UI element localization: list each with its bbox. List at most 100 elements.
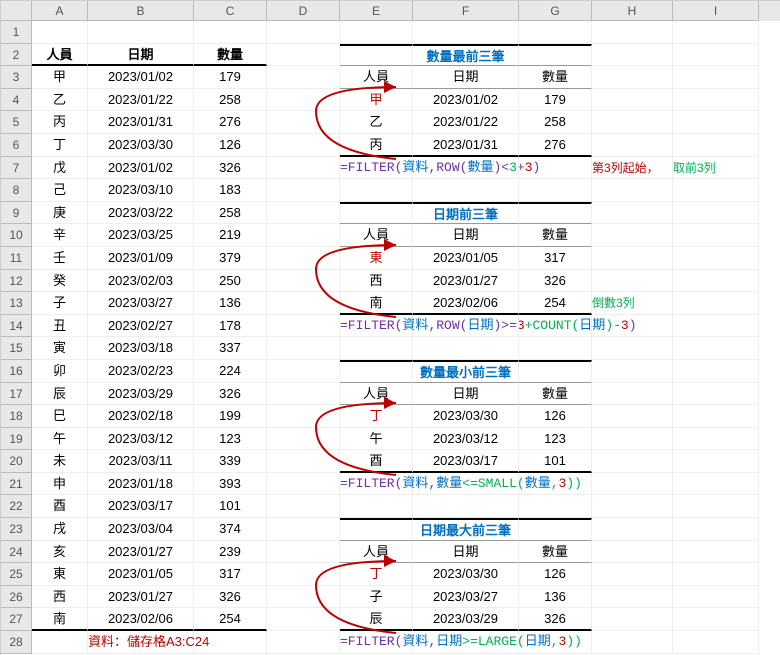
cell[interactable]: 101 xyxy=(194,495,267,518)
cell[interactable] xyxy=(519,631,592,654)
cell[interactable]: 374 xyxy=(194,518,267,541)
cell[interactable] xyxy=(673,450,759,473)
cell[interactable]: 2023/01/02 xyxy=(88,157,194,180)
cell[interactable]: 人員 xyxy=(340,224,413,247)
row-header[interactable]: 27 xyxy=(1,608,32,631)
cell[interactable] xyxy=(267,631,340,654)
row-header[interactable]: 23 xyxy=(1,518,32,541)
cell[interactable]: 126 xyxy=(519,405,592,428)
col-header[interactable]: B xyxy=(88,1,194,21)
cell[interactable]: 2023/03/17 xyxy=(88,495,194,518)
cell[interactable] xyxy=(267,337,340,360)
cell[interactable] xyxy=(673,608,759,631)
cell[interactable] xyxy=(592,473,673,496)
cell[interactable] xyxy=(519,157,592,180)
cell[interactable]: 日期 xyxy=(413,383,519,406)
row-header[interactable]: 13 xyxy=(1,292,32,315)
cell[interactable]: 337 xyxy=(194,337,267,360)
cell[interactable] xyxy=(267,518,340,541)
cell[interactable]: 丙 xyxy=(340,134,413,157)
cell[interactable] xyxy=(267,89,340,112)
cell[interactable]: 辛 xyxy=(32,224,88,247)
cell[interactable] xyxy=(267,44,340,67)
row-header[interactable]: 20 xyxy=(1,450,32,473)
cell[interactable]: 南 xyxy=(340,292,413,315)
col-header[interactable]: E xyxy=(340,1,413,21)
cell[interactable] xyxy=(592,247,673,270)
cell[interactable] xyxy=(592,179,673,202)
cell[interactable] xyxy=(340,179,413,202)
cell[interactable] xyxy=(413,157,519,180)
cell[interactable] xyxy=(592,134,673,157)
cell[interactable]: 123 xyxy=(194,428,267,451)
cell[interactable]: 丑 xyxy=(32,315,88,338)
cell[interactable] xyxy=(267,111,340,134)
cell[interactable]: 326 xyxy=(194,157,267,180)
cell[interactable]: 倒數3列 xyxy=(592,292,673,315)
cell[interactable]: 巳 xyxy=(32,405,88,428)
cell[interactable]: 壬 xyxy=(32,247,88,270)
cell[interactable]: 丁 xyxy=(32,134,88,157)
cell[interactable] xyxy=(592,360,673,383)
cell[interactable] xyxy=(413,21,519,44)
cell[interactable]: 西 xyxy=(32,586,88,609)
row-header[interactable]: 25 xyxy=(1,563,32,586)
cell[interactable] xyxy=(267,66,340,89)
cell[interactable] xyxy=(267,541,340,564)
cell[interactable] xyxy=(194,631,267,654)
cell[interactable]: 239 xyxy=(194,541,267,564)
cell[interactable]: 辰 xyxy=(340,608,413,631)
cell[interactable] xyxy=(673,224,759,247)
cell[interactable] xyxy=(673,44,759,67)
cell[interactable] xyxy=(267,202,340,225)
cell[interactable]: 2023/03/29 xyxy=(413,608,519,631)
cell[interactable]: 2023/03/11 xyxy=(88,450,194,473)
cell[interactable]: 2023/01/22 xyxy=(413,111,519,134)
cell[interactable] xyxy=(267,270,340,293)
cell[interactable] xyxy=(592,21,673,44)
row-header[interactable]: 11 xyxy=(1,247,32,270)
cell[interactable]: 2023/03/12 xyxy=(413,428,519,451)
cell[interactable] xyxy=(340,337,413,360)
cell[interactable]: 254 xyxy=(194,608,267,631)
cell[interactable]: 未 xyxy=(32,450,88,473)
cell[interactable]: 西 xyxy=(340,270,413,293)
cell[interactable]: 2023/01/31 xyxy=(88,111,194,134)
row-header[interactable]: 1 xyxy=(1,21,32,44)
cell[interactable] xyxy=(519,473,592,496)
cell[interactable] xyxy=(673,360,759,383)
cell[interactable]: 申 xyxy=(32,473,88,496)
cell[interactable] xyxy=(673,315,759,338)
row-header[interactable]: 10 xyxy=(1,224,32,247)
row-header[interactable]: 7 xyxy=(1,157,32,180)
cell[interactable]: 2023/03/12 xyxy=(88,428,194,451)
cell[interactable]: 數量 xyxy=(519,383,592,406)
cell[interactable]: 123 xyxy=(519,428,592,451)
cell[interactable] xyxy=(673,179,759,202)
cell[interactable] xyxy=(592,315,673,338)
cell[interactable]: 2023/03/22 xyxy=(88,202,194,225)
cell[interactable] xyxy=(673,247,759,270)
cell[interactable] xyxy=(592,518,673,541)
cell[interactable] xyxy=(413,473,519,496)
cell[interactable]: 數量 xyxy=(519,224,592,247)
cell[interactable]: 丁 xyxy=(340,405,413,428)
cell[interactable]: 2023/01/27 xyxy=(88,541,194,564)
cell[interactable] xyxy=(673,518,759,541)
cell[interactable]: 戌 xyxy=(32,518,88,541)
formula-cell[interactable]: =FILTER(資料,ROW(日期)>=3+COUNT(日期)-3) xyxy=(340,315,413,338)
cell[interactable] xyxy=(340,21,413,44)
cell[interactable]: 2023/01/02 xyxy=(413,89,519,112)
cell[interactable] xyxy=(267,428,340,451)
cell[interactable] xyxy=(592,89,673,112)
cell[interactable] xyxy=(340,495,413,518)
cell[interactable]: 199 xyxy=(194,405,267,428)
cell[interactable] xyxy=(88,21,194,44)
cell[interactable]: 317 xyxy=(194,563,267,586)
cell[interactable]: 寅 xyxy=(32,337,88,360)
cell[interactable]: 酉 xyxy=(340,450,413,473)
cell[interactable]: 2023/02/18 xyxy=(88,405,194,428)
cell[interactable] xyxy=(32,631,88,654)
cell[interactable] xyxy=(267,21,340,44)
cell[interactable]: 2023/02/03 xyxy=(88,270,194,293)
